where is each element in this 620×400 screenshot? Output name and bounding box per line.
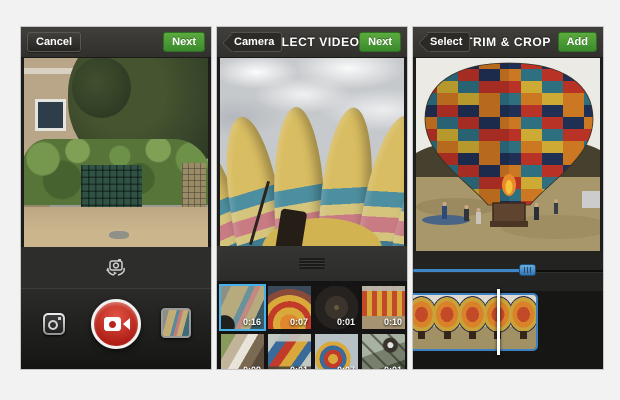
video-thumbnail-selected[interactable]: 0:16 [221, 286, 264, 329]
screen-camera-capture: Cancel Next [20, 26, 212, 370]
video-duration: 0:10 [383, 317, 402, 327]
video-preview [220, 57, 404, 246]
camera-preview [24, 57, 208, 247]
camera-back-button[interactable]: Camera [231, 32, 283, 52]
filmstrip-frame [459, 295, 486, 349]
drawer-bar[interactable] [217, 246, 407, 281]
video-duration: 0:01 [336, 317, 355, 327]
filmstrip-frame [413, 295, 435, 349]
hot-air-balloon-scene [416, 57, 600, 251]
camera-flip-icon[interactable] [104, 258, 128, 277]
building-window [35, 98, 67, 132]
next-button[interactable]: Next [359, 32, 401, 52]
gallery-thumbnail[interactable] [161, 308, 191, 338]
select-back-button[interactable]: Select [427, 32, 471, 52]
video-thumbnail[interactable]: 0:01 [268, 334, 311, 370]
screenshot-canvas: Cancel Next Camera SELECT VIDEO Next 0:1… [0, 0, 620, 400]
cancel-button[interactable]: Cancel [27, 32, 82, 52]
drag-handle-icon [299, 258, 325, 269]
video-duration: 0:01 [289, 365, 308, 370]
video-thumbnail[interactable]: 0:07 [315, 334, 358, 370]
video-thumbnail[interactable]: 0:01 [362, 334, 405, 370]
tree [71, 57, 131, 118]
video-camera-icon [104, 317, 130, 331]
screen-trim-crop: Select TRIM & CROP Add [412, 26, 604, 370]
filmstrip-frame [434, 295, 460, 349]
video-duration: 0:16 [242, 317, 261, 327]
scrubber-handle-icon[interactable] [519, 264, 536, 276]
scrubber-progress [413, 269, 525, 272]
video-duration: 0:01 [383, 365, 402, 370]
record-button[interactable] [91, 299, 141, 349]
instagram-library-icon[interactable] [43, 313, 65, 335]
trim-controls [413, 251, 603, 369]
video-thumbnail[interactable]: 0:01 [315, 286, 358, 329]
video-duration: 0:07 [289, 317, 308, 327]
video-thumbnail[interactable]: 0:09 [221, 334, 264, 370]
sandy-ground [24, 207, 208, 247]
video-thumbnail[interactable]: 0:07 [268, 286, 311, 329]
video-thumbnail[interactable]: 0:10 [362, 286, 405, 329]
add-button[interactable]: Add [557, 32, 597, 52]
video-grid: 0:16 0:07 0:01 0:10 0:09 0:01 0:07 0:01 [217, 281, 407, 369]
screen-select-video: Camera SELECT VIDEO Next 0:16 0:07 0:01 … [216, 26, 408, 370]
trim-preview [416, 57, 600, 251]
camera-back-label: Camera [234, 36, 275, 48]
trim-top-bar: Select TRIM & CROP Add [413, 27, 603, 58]
filmstrip-frame [535, 295, 536, 349]
capture-toolbar [21, 288, 211, 369]
stones [108, 230, 129, 240]
trim-selection[interactable] [413, 293, 538, 351]
camera-controls-strip [21, 247, 211, 288]
playhead[interactable] [497, 289, 500, 355]
video-duration: 0:07 [336, 365, 355, 370]
select-back-label: Select [430, 36, 463, 48]
select-top-bar: Camera SELECT VIDEO Next [217, 27, 407, 58]
capture-top-bar: Cancel Next [21, 27, 211, 58]
video-duration: 0:09 [242, 365, 261, 370]
filmstrip-frame [510, 295, 536, 349]
balloon-basket-silhouette [274, 208, 308, 246]
next-button[interactable]: Next [163, 32, 205, 52]
